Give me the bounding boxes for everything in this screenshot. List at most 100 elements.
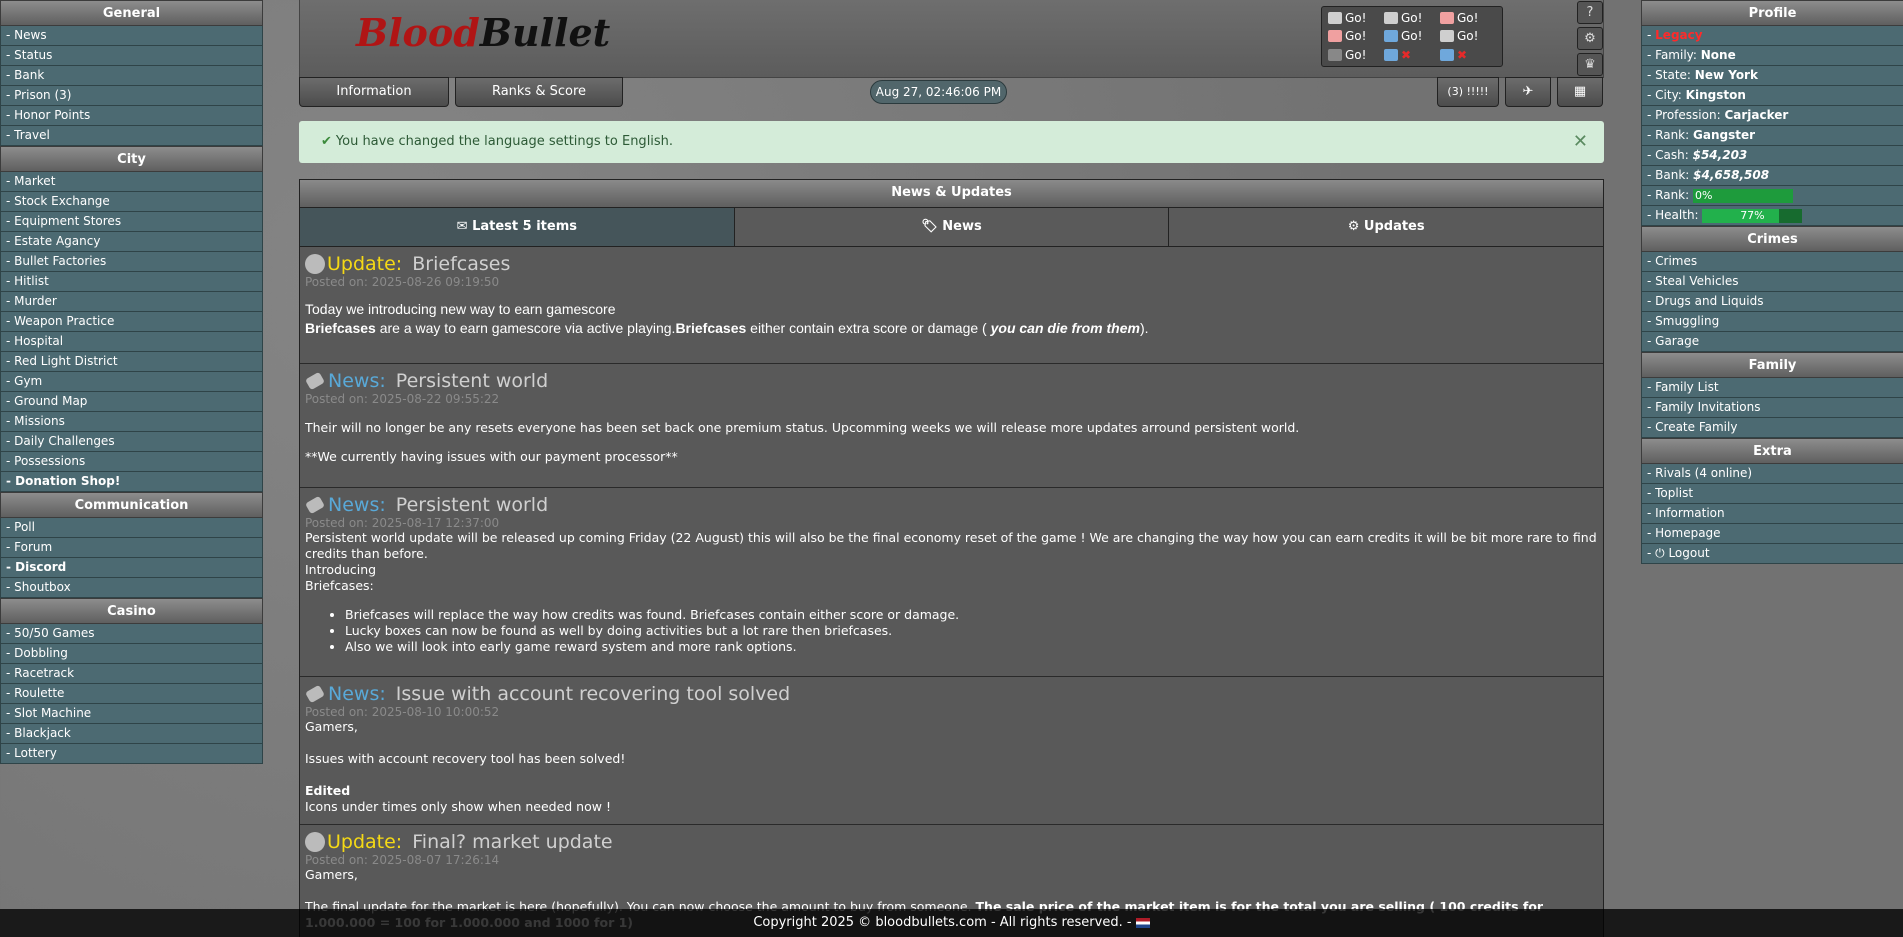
news-panel-title: News & Updates: [300, 180, 1603, 208]
menu-item-lottery[interactable]: - Lottery: [0, 744, 263, 764]
list-item: Also we will look into early game reward…: [345, 639, 1598, 655]
menu-item-create-family[interactable]: - Create Family: [1641, 418, 1903, 438]
menu-item-missions[interactable]: - Missions: [0, 412, 263, 432]
menu-item-donation-shop[interactable]: - Donation Shop!: [0, 472, 263, 492]
crown-icon[interactable]: ♛: [1577, 53, 1603, 76]
netherlands-flag-icon[interactable]: [1135, 917, 1150, 928]
menu-item-bullet-factories[interactable]: - Bullet Factories: [0, 252, 263, 272]
menu-item-gym[interactable]: - Gym: [0, 372, 263, 392]
post-title[interactable]: Update: Briefcases: [305, 253, 1598, 275]
label: - City:: [1647, 88, 1682, 102]
menu-item-discord[interactable]: - Discord: [0, 558, 263, 578]
server-clock: Aug 27, 02:46:06 PM: [870, 80, 1007, 104]
menu-item-murder[interactable]: - Murder: [0, 292, 263, 312]
menu-item-possessions[interactable]: - Possessions: [0, 452, 263, 472]
post-date: Posted on: 2025-08-17 12:37:00: [305, 516, 500, 530]
menu-item-rivals-4-online[interactable]: - Rivals (4 online): [1641, 464, 1903, 484]
logo-blood: Blood: [356, 10, 480, 55]
menu-item-travel[interactable]: - Travel: [0, 126, 263, 146]
airplane-icon[interactable]: ✈: [1505, 77, 1551, 107]
menu-item-shoutbox[interactable]: - Shoutbox: [0, 578, 263, 598]
value: $4,658,508: [1693, 168, 1770, 182]
menu-item-blackjack[interactable]: - Blackjack: [0, 724, 263, 744]
tab-news[interactable]: 🏷 News: [734, 208, 1170, 246]
menu-item-steal-vehicles[interactable]: - Steal Vehicles: [1641, 272, 1903, 292]
post-text: Introducing: [305, 562, 377, 577]
tab-ranks-score[interactable]: Ranks & Score: [455, 77, 623, 107]
menu-item-stock-exchange[interactable]: - Stock Exchange: [0, 192, 263, 212]
menu-item-50-50-games[interactable]: - 50/50 Games: [0, 624, 263, 644]
menu-item-prison-3[interactable]: - Prison (3): [0, 86, 263, 106]
menu-item-slot-machine[interactable]: - Slot Machine: [0, 704, 263, 724]
menu-item-news[interactable]: - News: [0, 26, 263, 46]
quick-action[interactable]: Go!: [1328, 27, 1384, 45]
site-logo[interactable]: BloodBullet: [356, 10, 610, 55]
menu-item-roulette[interactable]: - Roulette: [0, 684, 263, 704]
gear-icon: ⚙: [1347, 219, 1360, 234]
menu-item-ground-map[interactable]: - Ground Map: [0, 392, 263, 412]
menu-item-weapon-practice[interactable]: - Weapon Practice: [0, 312, 263, 332]
quick-action[interactable]: Go!: [1328, 9, 1384, 27]
menu-item-hitlist[interactable]: - Hitlist: [0, 272, 263, 292]
menu-item-family-invitations[interactable]: - Family Invitations: [1641, 398, 1903, 418]
tab-updates-label: Updates: [1363, 219, 1425, 234]
menu-item-drugs-and-liquids[interactable]: - Drugs and Liquids: [1641, 292, 1903, 312]
menu-item-family-list[interactable]: - Family List: [1641, 378, 1903, 398]
menu-item-red-light-district[interactable]: - Red Light District: [0, 352, 263, 372]
menu-item-equipment-stores[interactable]: - Equipment Stores: [0, 212, 263, 232]
tab-updates[interactable]: ⚙ Updates: [1169, 208, 1604, 246]
menu-item-daily-challenges[interactable]: - Daily Challenges: [0, 432, 263, 452]
post-title[interactable]: Update: Final? market update: [305, 831, 1598, 853]
quick-action[interactable]: ✖: [1384, 46, 1440, 64]
menu-item-garage[interactable]: - Garage: [1641, 332, 1903, 352]
nav-bar: Information Ranks & Score Aug 27, 02:46:…: [299, 77, 1604, 107]
menu-item-logout[interactable]: - ⏻ Logout: [1641, 544, 1903, 564]
menu-item-honor-points[interactable]: - Honor Points: [0, 106, 263, 126]
menu-item-homepage[interactable]: - Homepage: [1641, 524, 1903, 544]
quick-action-label: Go!: [1401, 11, 1423, 26]
quick-action[interactable]: ✖: [1440, 46, 1496, 64]
tab-latest[interactable]: ✉ Latest 5 items: [300, 208, 735, 246]
alert-text: You have changed the language settings t…: [335, 134, 674, 149]
quick-action[interactable]: Go!: [1384, 27, 1440, 45]
value: Gangster: [1693, 128, 1756, 142]
menu-item-toplist[interactable]: - Toplist: [1641, 484, 1903, 504]
menu-item-market[interactable]: - Market: [0, 172, 263, 192]
post-title[interactable]: News: Persistent world: [305, 494, 1598, 516]
menu-item-crimes[interactable]: - Crimes: [1641, 252, 1903, 272]
post-italic: you can die from them: [990, 320, 1140, 336]
post-title-text: Final? market update: [412, 831, 613, 853]
messages-button[interactable]: (3) !!!!!: [1437, 77, 1499, 107]
menu-item-information[interactable]: - Information: [1641, 504, 1903, 524]
profile-username[interactable]: - Legacy: [1641, 26, 1903, 46]
post-span: either contain extra score or damage (: [746, 320, 991, 336]
post-text: Their will no longer be any resets every…: [305, 420, 1300, 435]
menu-item-bank[interactable]: - Bank: [0, 66, 263, 86]
menu-item-estate-agancy[interactable]: - Estate Agancy: [0, 232, 263, 252]
map-icon[interactable]: ▦: [1557, 77, 1603, 107]
menu-item-forum[interactable]: - Forum: [0, 538, 263, 558]
quick-action[interactable]: Go!: [1328, 46, 1384, 64]
person-icon: [1328, 30, 1342, 43]
quick-action[interactable]: Go!: [1440, 27, 1496, 45]
tab-information[interactable]: Information: [299, 77, 449, 107]
menu-item-racetrack[interactable]: - Racetrack: [0, 664, 263, 684]
settings-icon[interactable]: ⚙: [1577, 27, 1603, 50]
post-text: Gamers,: [305, 867, 358, 882]
quick-action[interactable]: Go!: [1440, 9, 1496, 27]
post-title-text: Persistent world: [395, 494, 549, 516]
post-title-text: Briefcases: [412, 253, 511, 275]
menu-item-dobbling[interactable]: - Dobbling: [0, 644, 263, 664]
menu-item-smuggling[interactable]: - Smuggling: [1641, 312, 1903, 332]
post-title[interactable]: News: Issue with account recovering tool…: [305, 683, 1598, 705]
post-title[interactable]: News: Persistent world: [305, 370, 1598, 392]
help-icon[interactable]: ?: [1577, 1, 1603, 24]
post-date: Posted on: 2025-08-26 09:19:50: [305, 275, 500, 289]
username: Legacy: [1655, 28, 1703, 42]
menu-item-hospital[interactable]: - Hospital: [0, 332, 263, 352]
header-side-icons: ? ⚙ ♛: [1577, 1, 1604, 79]
close-icon[interactable]: ✕: [1573, 121, 1588, 163]
quick-action[interactable]: Go!: [1384, 9, 1440, 27]
menu-item-status[interactable]: - Status: [0, 46, 263, 66]
menu-item-poll[interactable]: - Poll: [0, 518, 263, 538]
